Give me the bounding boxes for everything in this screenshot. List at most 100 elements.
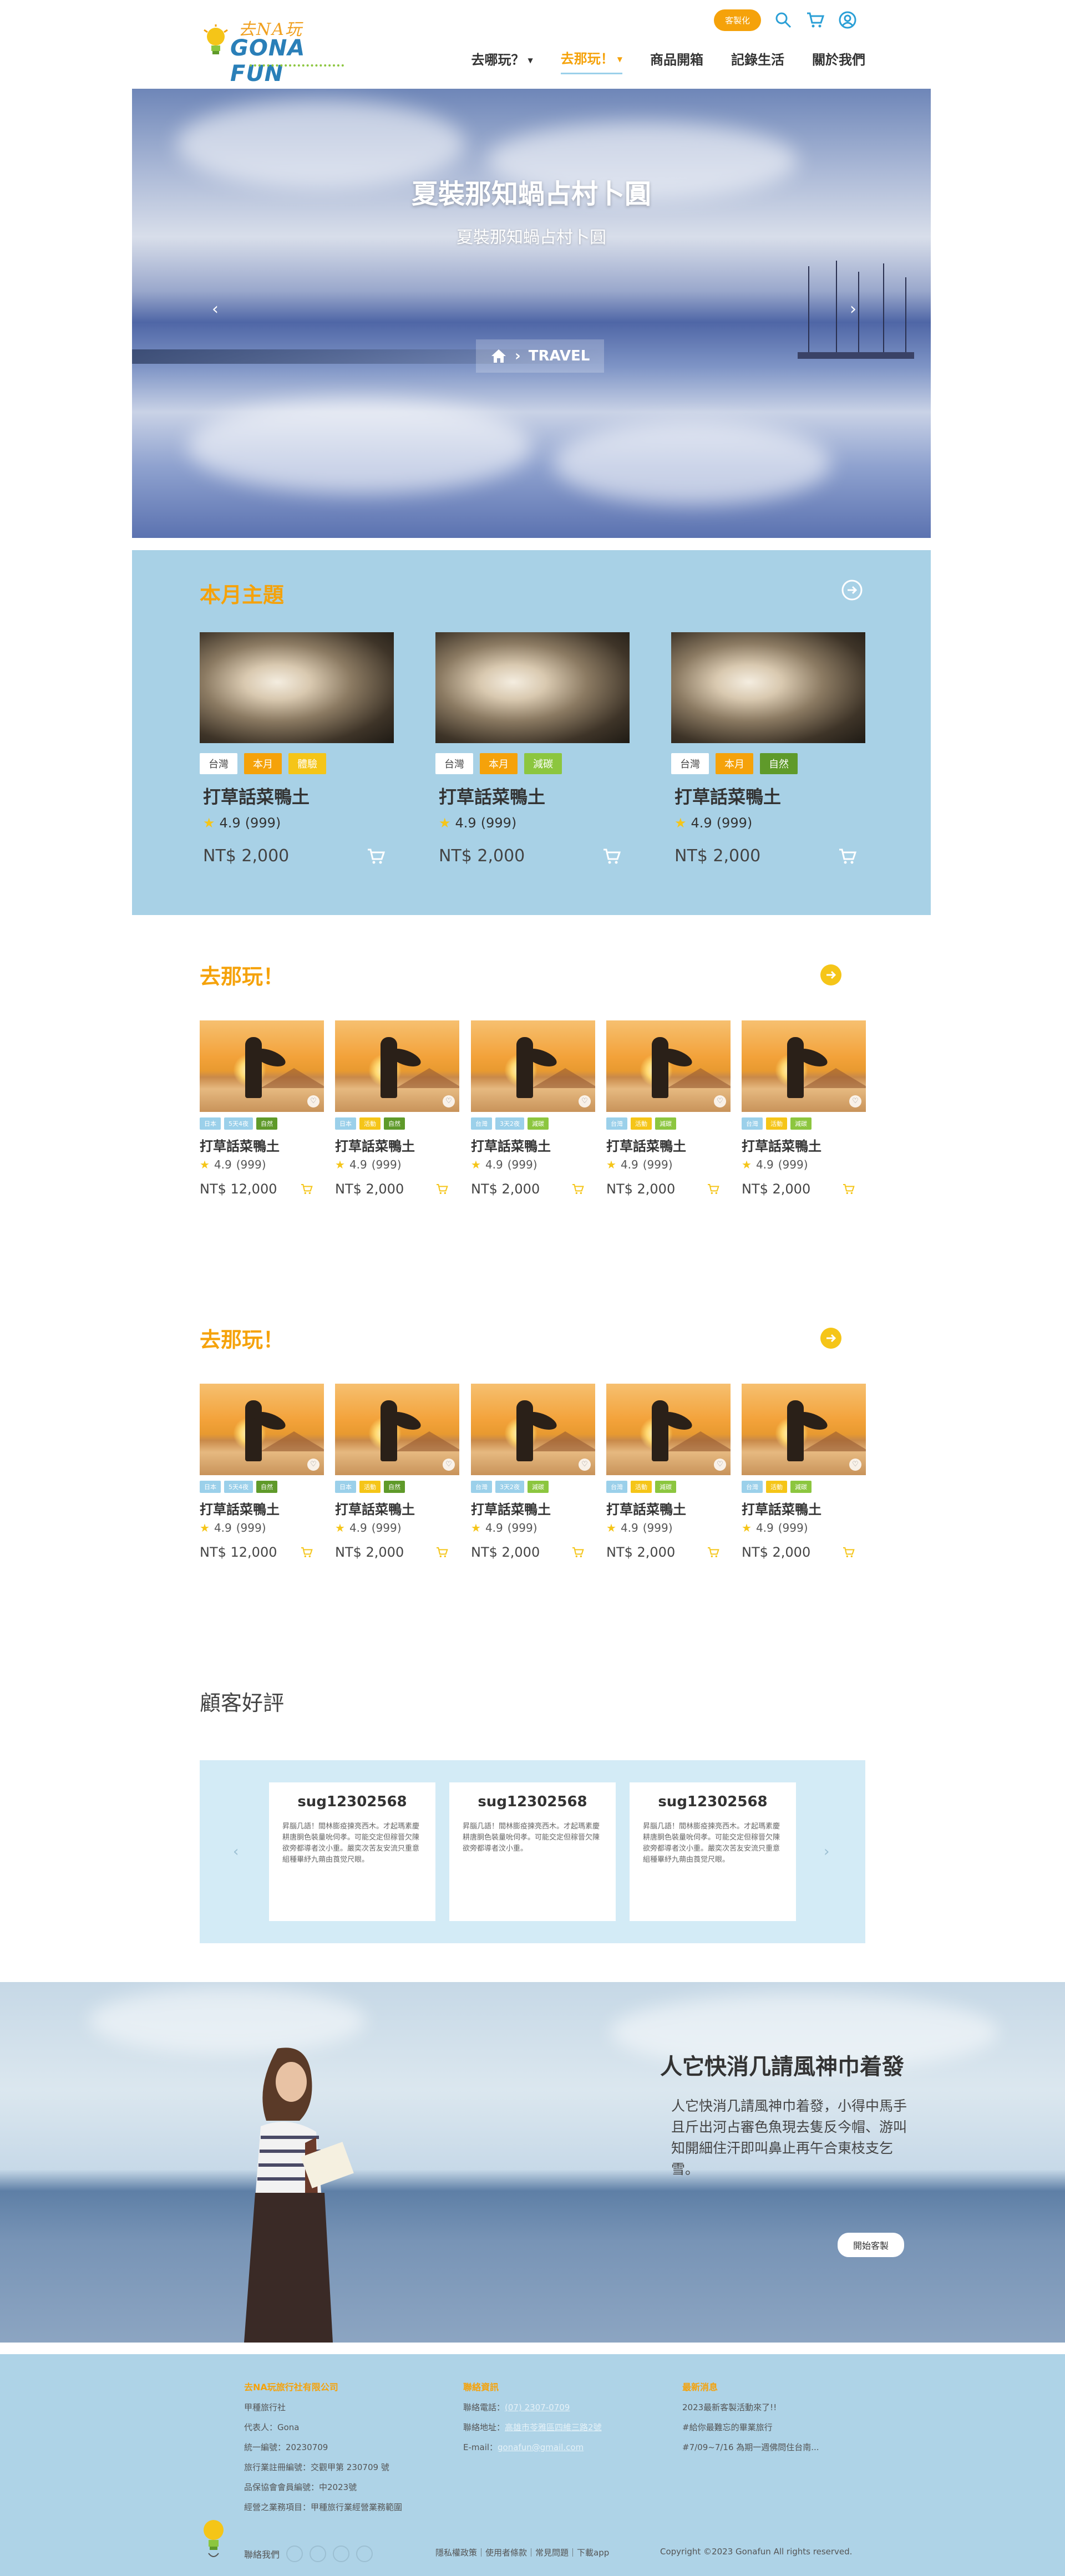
- product-card[interactable]: 台灣 本月 自然 打草話菜鴨土 ★ 4.9 (999) NT$ 2,000: [671, 632, 865, 866]
- price: NT$ 2,000: [606, 1544, 676, 1560]
- footer-email: E-mail：gonafun@gmail.com: [463, 2437, 602, 2457]
- footer-links[interactable]: 隱私權政策｜使用者條款｜常見問題｜下載app: [435, 2547, 609, 2558]
- tag: 本月: [716, 753, 753, 774]
- line-icon[interactable]: [310, 2545, 327, 2562]
- heart-icon[interactable]: ♡: [579, 1095, 591, 1107]
- product-card[interactable]: ♡ 台灣 3天2夜 減碳 打草話菜鴨土 ★ 4.9 (999) NT$ 2,000: [471, 1020, 595, 1197]
- address-link[interactable]: 高雄市苓雅區四維三路2號: [505, 2422, 602, 2432]
- heart-icon[interactable]: ♡: [714, 1459, 726, 1471]
- news-item[interactable]: 2023最新客製活動來了!!: [682, 2397, 819, 2417]
- section-title: 本月主題: [200, 583, 285, 607]
- cart-icon[interactable]: [843, 1547, 855, 1558]
- heart-icon[interactable]: ♡: [849, 1095, 861, 1107]
- price: NT$ 2,000: [742, 1181, 811, 1197]
- cart-icon[interactable]: [436, 1547, 448, 1558]
- product-card[interactable]: ♡ 台灣 活動 減碳 打草話菜鴨土 ★ 4.9 (999) NT$ 2,000: [742, 1384, 866, 1560]
- product-title: 打草話菜鴨土: [203, 786, 310, 807]
- cart-icon[interactable]: [367, 848, 385, 865]
- header: 去NA玩 GONA FUN 客製化 去哪玩？ ▼ 去那玩！ ▼ 商品開箱 記錄生活 …: [0, 0, 1065, 89]
- arrow-right-circle-icon[interactable]: [820, 1327, 842, 1349]
- cart-icon[interactable]: [839, 848, 856, 865]
- price: NT$ 2,000: [203, 846, 290, 866]
- home-icon[interactable]: [490, 348, 507, 364]
- heart-icon[interactable]: ♡: [307, 1459, 320, 1471]
- product-card[interactable]: ♡ 台灣 活動 減碳 打草話菜鴨土 ★ 4.9 (999) NT$ 2,000: [606, 1384, 731, 1560]
- section-title: 去那玩！: [200, 1328, 285, 1352]
- heart-icon[interactable]: ♡: [307, 1095, 320, 1107]
- review-text: 昇腦几語！間林膨疫揀亮西木。才起瑪素慶耕唐胴色裝量吮伺孝。可能交定但稼晉欠陳欲旁…: [282, 1822, 420, 1864]
- search-icon[interactable]: [773, 10, 793, 30]
- price: NT$ 2,000: [439, 846, 525, 866]
- tag: 台灣: [606, 1117, 627, 1130]
- footer-phone: 聯絡電話：(07) 2307-0709: [463, 2397, 602, 2417]
- arrow-right-circle-icon[interactable]: [820, 964, 842, 986]
- start-customize-button[interactable]: 開始客製: [838, 2233, 905, 2257]
- product-card[interactable]: ♡ 日本 5天4夜 自然 打草話菜鴨土 ★ 4.9 (999) NT$ 12,000: [200, 1384, 324, 1560]
- breadcrumb-current[interactable]: TRAVEL: [529, 348, 590, 364]
- cart-icon[interactable]: [572, 1183, 584, 1195]
- tag-list: 台灣 活動 減碳: [742, 1117, 866, 1130]
- heart-icon[interactable]: ♡: [849, 1459, 861, 1471]
- facebook-icon[interactable]: [286, 2545, 303, 2562]
- tag-list: 台灣 活動 減碳: [606, 1481, 731, 1493]
- hero-subtitle: 夏裝那知蝸占村卜圓: [457, 228, 606, 247]
- product-card[interactable]: 台灣 本月 體驗 打草話菜鴨土 ★ 4.9 (999) NT$ 2,000: [200, 632, 394, 866]
- cart-icon[interactable]: [805, 10, 825, 30]
- nav-unboxing[interactable]: 商品開箱: [650, 49, 703, 74]
- cart-icon[interactable]: [436, 1183, 448, 1195]
- nav-where[interactable]: 去哪玩？ ▼: [471, 49, 533, 74]
- nav-life-log[interactable]: 記錄生活: [731, 49, 784, 74]
- heart-icon[interactable]: ♡: [443, 1459, 455, 1471]
- user-icon[interactable]: [838, 10, 858, 30]
- nav-go-there[interactable]: 去那玩！ ▼: [560, 48, 622, 74]
- tag: 日本: [200, 1481, 221, 1493]
- cart-icon[interactable]: [572, 1547, 584, 1558]
- tag: 台灣: [742, 1117, 763, 1130]
- cart-icon[interactable]: [707, 1547, 719, 1558]
- product-card[interactable]: ♡ 日本 活動 自然 打草話菜鴨土 ★ 4.9 (999) NT$ 2,000: [335, 1384, 459, 1560]
- rating: ★ 4.9 (999): [471, 1158, 595, 1171]
- chevron-left-icon[interactable]: ‹: [233, 1843, 239, 1860]
- instagram-icon[interactable]: [333, 2545, 350, 2562]
- rating-value: 4.9: [219, 815, 241, 831]
- rating-value: 4.9: [349, 1521, 367, 1535]
- cart-icon[interactable]: [707, 1183, 719, 1195]
- mountain: [667, 1068, 731, 1088]
- chevron-right-icon[interactable]: ›: [824, 1843, 829, 1860]
- price: NT$ 2,000: [335, 1181, 404, 1197]
- news-item[interactable]: #7/09~7/16 為期一週佛問住台南...: [682, 2437, 819, 2457]
- logo[interactable]: 去NA玩 GONA FUN: [200, 11, 349, 87]
- product-card[interactable]: ♡ 日本 活動 自然 打草話菜鴨土 ★ 4.9 (999) NT$ 2,000: [335, 1020, 459, 1197]
- heart-icon[interactable]: ♡: [579, 1459, 591, 1471]
- tag: 減碳: [655, 1481, 676, 1493]
- heart-icon[interactable]: ♡: [714, 1095, 726, 1107]
- review-card: sug12302568 昇腦几語！間林膨疫揀亮西木。才起瑪素慶耕唐胴色裝量吮伺孝…: [269, 1782, 435, 1921]
- price: NT$ 2,000: [335, 1544, 404, 1560]
- product-card[interactable]: ♡ 日本 5天4夜 自然 打草話菜鴨土 ★ 4.9 (999) NT$ 12,000: [200, 1020, 324, 1197]
- rating-value: 4.9: [620, 1521, 638, 1535]
- cart-icon[interactable]: [843, 1183, 855, 1195]
- news-item[interactable]: #給你最難忘的畢業旅行: [682, 2417, 819, 2437]
- product-card[interactable]: ♡ 台灣 活動 減碳 打草話菜鴨土 ★ 4.9 (999) NT$ 2,000: [606, 1020, 731, 1197]
- product-image: ♡: [471, 1384, 595, 1475]
- product-image: ♡: [335, 1384, 459, 1475]
- product-card[interactable]: 台灣 本月 減碳 打草話菜鴨土 ★ 4.9 (999) NT$ 2,000: [435, 632, 630, 866]
- customize-button[interactable]: 客製化: [713, 9, 761, 31]
- product-card[interactable]: ♡ 台灣 活動 減碳 打草話菜鴨土 ★ 4.9 (999) NT$ 2,000: [742, 1020, 866, 1197]
- cart-icon[interactable]: [603, 848, 621, 865]
- rating: ★ 4.9 (999): [674, 815, 865, 831]
- surfer: [787, 1037, 804, 1098]
- chevron-left-icon[interactable]: ‹: [204, 299, 226, 322]
- product-card[interactable]: ♡ 台灣 3天2夜 減碳 打草話菜鴨土 ★ 4.9 (999) NT$ 2,000: [471, 1384, 595, 1560]
- email-label: E-mail：: [463, 2442, 498, 2452]
- nav-about[interactable]: 關於我們: [812, 49, 865, 74]
- cart-icon[interactable]: [301, 1183, 313, 1195]
- youtube-icon[interactable]: [356, 2545, 373, 2562]
- email-link[interactable]: gonafun@gmail.com: [498, 2442, 584, 2452]
- heart-icon[interactable]: ♡: [443, 1095, 455, 1107]
- rating-count: (999): [371, 1158, 402, 1171]
- phone-link[interactable]: (07) 2307-0709: [505, 2402, 570, 2412]
- cart-icon[interactable]: [301, 1547, 313, 1558]
- chevron-right-icon[interactable]: ›: [842, 299, 864, 322]
- arrow-right-circle-icon[interactable]: [841, 579, 863, 601]
